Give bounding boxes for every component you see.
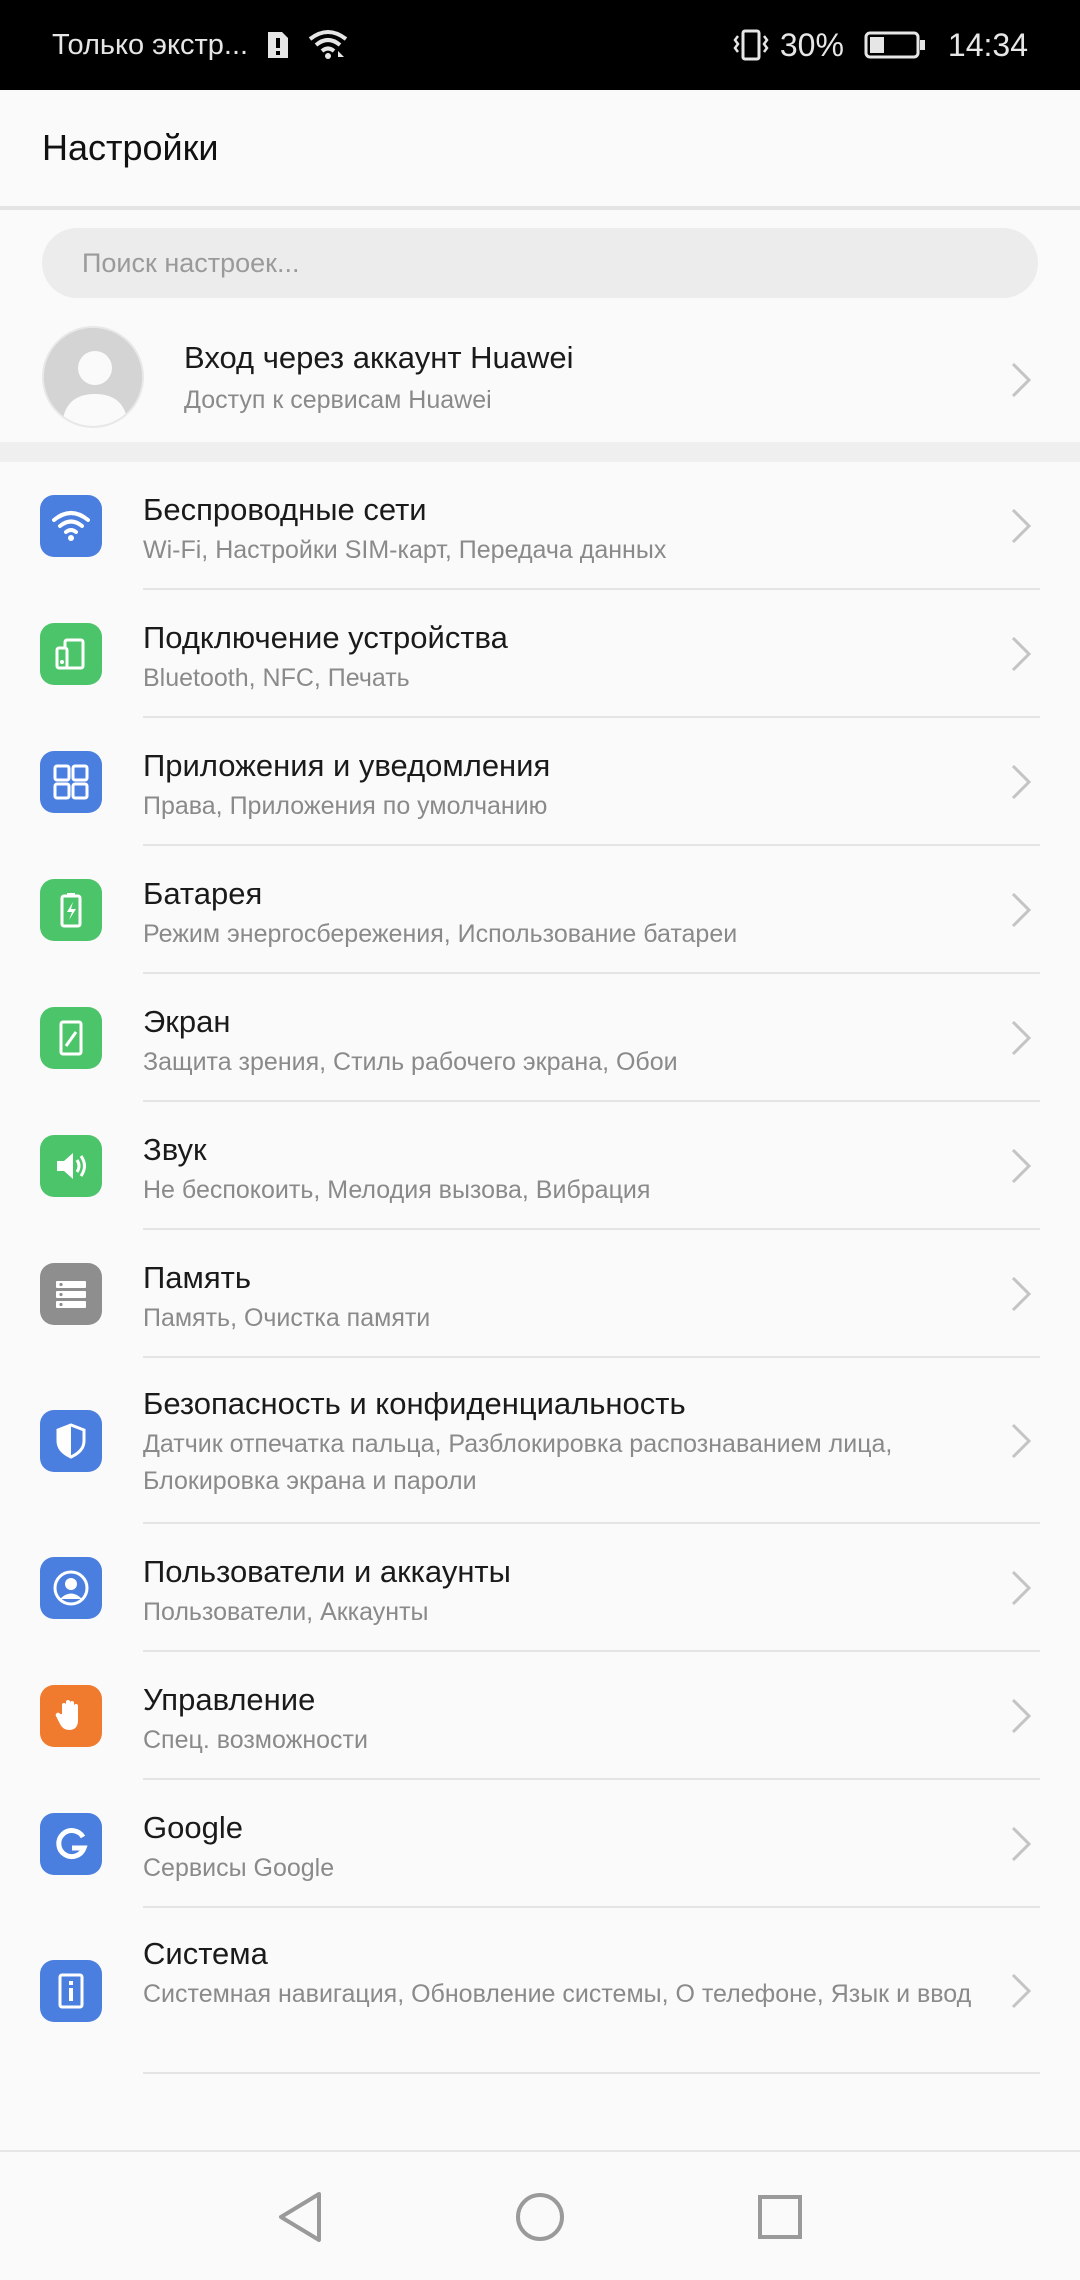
item-subtitle: Память, Очистка памяти <box>143 1304 431 1332</box>
recents-icon <box>758 2195 802 2239</box>
battery-icon <box>864 30 926 60</box>
chevron-right-icon <box>1011 764 1032 800</box>
recents-button[interactable] <box>745 2182 815 2252</box>
settings-item-wireless[interactable]: Беспроводные сети Wi-Fi, Настройки SIM-к… <box>0 462 1080 590</box>
search-input[interactable] <box>82 247 943 279</box>
item-title: Беспроводные сети <box>143 492 427 527</box>
avatar <box>42 326 144 428</box>
storage-icon <box>40 1263 102 1325</box>
chevron-right-icon <box>1011 1148 1032 1184</box>
account-title: Вход через аккаунт Huawei <box>184 340 574 375</box>
back-button[interactable] <box>265 2182 335 2252</box>
chevron-right-icon <box>1011 1698 1032 1734</box>
settings-item-system[interactable]: Система Системная навигация, Обновление … <box>0 1908 1080 2074</box>
hand-icon <box>40 1685 102 1747</box>
item-subtitle: Системная навигация, Обновление системы,… <box>143 1980 972 2008</box>
settings-item-apps[interactable]: Приложения и уведомления Права, Приложен… <box>0 718 1080 846</box>
user-silhouette-icon <box>44 328 142 426</box>
settings-item-storage[interactable]: Память Память, Очистка памяти <box>0 1230 1080 1358</box>
battery-icon <box>40 879 102 941</box>
item-subtitle: Режим энергосбережения, Использование ба… <box>143 920 738 948</box>
sound-icon <box>40 1135 102 1197</box>
item-title: Звук <box>143 1132 207 1167</box>
settings-item-display[interactable]: Экран Защита зрения, Стиль рабочего экра… <box>0 974 1080 1102</box>
item-title: Батарея <box>143 876 263 911</box>
wifi-icon <box>40 495 102 557</box>
chevron-right-icon <box>1011 1020 1032 1056</box>
app-header: Настройки <box>0 90 1080 210</box>
divider <box>143 2072 1040 2074</box>
account-subtitle: Доступ к сервисам Huawei <box>184 386 492 414</box>
user-icon <box>40 1557 102 1619</box>
system-info-icon <box>40 1960 102 2022</box>
item-title: Управление <box>143 1682 316 1717</box>
settings-item-device-connection[interactable]: Подключение устройства Bluetooth, NFC, П… <box>0 590 1080 718</box>
vibrate-icon <box>732 28 770 62</box>
item-title: Экран <box>143 1004 231 1039</box>
clock: 14:34 <box>947 26 1028 63</box>
device-connection-icon <box>40 623 102 685</box>
item-subtitle: Спец. возможности <box>143 1726 368 1754</box>
settings-item-battery[interactable]: Батарея Режим энергосбережения, Использо… <box>0 846 1080 974</box>
item-title: Память <box>143 1260 251 1295</box>
chevron-right-icon <box>1011 1973 1032 2009</box>
settings-item-accessibility[interactable]: Управление Спец. возможности <box>0 1652 1080 1780</box>
item-title: Безопасность и конфиденциальность <box>143 1386 686 1421</box>
section-divider <box>0 442 1080 462</box>
settings-item-security[interactable]: Безопасность и конфиденциальность Датчик… <box>0 1358 1080 1524</box>
chevron-right-icon <box>1011 362 1032 398</box>
item-title: Подключение устройства <box>143 620 508 655</box>
item-subtitle: Защита зрения, Стиль рабочего экрана, Об… <box>143 1048 678 1076</box>
chevron-right-icon <box>1011 1570 1032 1606</box>
settings-item-users[interactable]: Пользователи и аккаунты Пользователи, Ак… <box>0 1524 1080 1652</box>
item-title: Приложения и уведомления <box>143 748 551 783</box>
google-icon <box>40 1813 102 1875</box>
battery-percent: 30% <box>779 26 844 63</box>
home-button[interactable] <box>505 2182 575 2252</box>
item-subtitle: Wi-Fi, Настройки SIM-карт, Передача данн… <box>143 536 667 564</box>
item-subtitle: Права, Приложения по умолчанию <box>143 792 548 820</box>
item-subtitle: Сервисы Google <box>143 1854 335 1882</box>
item-subtitle: Пользователи, Аккаунты <box>143 1598 429 1626</box>
wifi-icon <box>308 29 348 61</box>
carrier-text: Только экстр... <box>52 28 249 61</box>
chevron-right-icon <box>1011 1276 1032 1312</box>
home-icon <box>516 2193 564 2241</box>
chevron-right-icon <box>1011 1423 1032 1459</box>
shield-icon <box>40 1410 102 1472</box>
settings-item-google[interactable]: Google Сервисы Google <box>0 1780 1080 1908</box>
chevron-right-icon <box>1011 892 1032 928</box>
status-bar: Только экстр... 30% 14:34 <box>0 0 1080 90</box>
huawei-account-row[interactable]: Вход через аккаунт Huawei Доступ к серви… <box>0 318 1080 442</box>
apps-grid-icon <box>40 751 102 813</box>
page-title: Настройки <box>42 127 219 168</box>
display-icon <box>40 1007 102 1069</box>
navigation-bar <box>0 2150 1080 2280</box>
item-subtitle: Датчик отпечатка пальца, Разблокировка р… <box>143 1430 893 1495</box>
item-title: Google <box>143 1810 243 1845</box>
settings-list: Беспроводные сети Wi-Fi, Настройки SIM-к… <box>0 462 1080 2074</box>
item-title: Система <box>143 1936 268 1971</box>
sim-alert-icon <box>266 30 290 60</box>
settings-item-sound[interactable]: Звук Не беспокоить, Мелодия вызова, Вибр… <box>0 1102 1080 1230</box>
chevron-right-icon <box>1011 1826 1032 1862</box>
chevron-right-icon <box>1011 508 1032 544</box>
search-bar[interactable] <box>42 228 1038 298</box>
back-icon <box>279 2192 321 2242</box>
item-subtitle: Bluetooth, NFC, Печать <box>143 664 410 692</box>
item-title: Пользователи и аккаунты <box>143 1554 511 1589</box>
item-subtitle: Не беспокоить, Мелодия вызова, Вибрация <box>143 1176 651 1204</box>
chevron-right-icon <box>1011 636 1032 672</box>
